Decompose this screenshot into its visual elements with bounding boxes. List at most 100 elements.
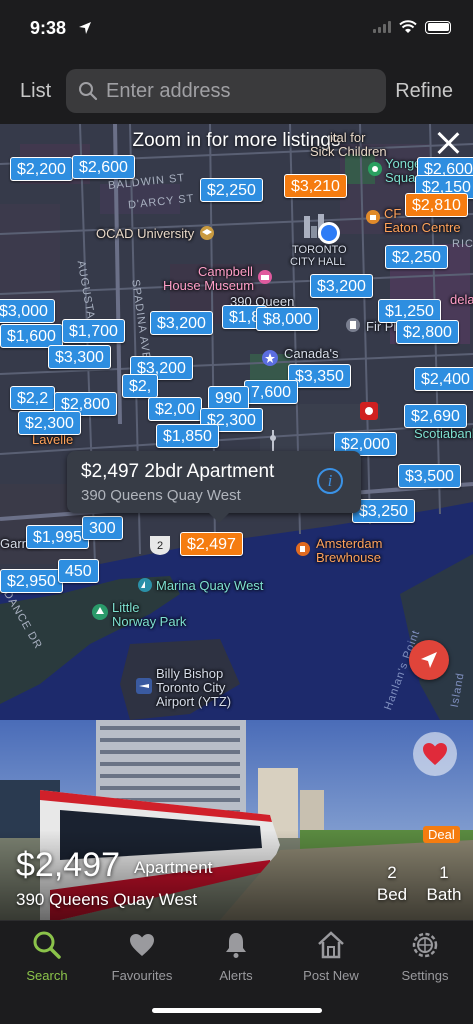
baths-spec: 1 Bath	[422, 862, 466, 906]
listing-address: 390 Queens Quay West	[16, 890, 198, 909]
transit-icon	[368, 162, 382, 176]
school-icon	[200, 226, 214, 240]
price-pin[interactable]: $2,300	[18, 411, 81, 435]
price-pin[interactable]: $1,995	[26, 525, 89, 549]
heart-icon	[130, 934, 154, 956]
gear-icon	[412, 932, 438, 958]
tab-post-new[interactable]: Post New	[286, 929, 376, 983]
park-icon	[92, 604, 108, 620]
tab-label: Search	[26, 968, 68, 983]
place-label: TORONTO	[292, 244, 347, 256]
price-pin[interactable]: $1,700	[62, 319, 125, 343]
price-pin[interactable]: $3,200	[150, 311, 213, 335]
status-time: 9:38	[30, 18, 67, 38]
place-label: Canada's	[284, 346, 339, 361]
place-label: Little	[112, 600, 140, 615]
price-pin[interactable]: $1,850	[156, 424, 219, 448]
price-pin[interactable]: $2,00	[148, 397, 203, 421]
status-bar: 9:38	[0, 0, 473, 60]
callout-address: 390 Queens Quay West	[81, 487, 241, 504]
search-icon	[79, 82, 98, 101]
price-pin[interactable]: $2,	[122, 374, 159, 398]
battery-icon	[425, 20, 451, 34]
tab-label: Post New	[303, 968, 359, 983]
price-pin[interactable]: $8,000	[256, 307, 319, 331]
house-icon	[318, 931, 344, 959]
price-pin[interactable]: $2,200	[10, 157, 73, 181]
beds-label: Bed	[376, 885, 408, 904]
info-icon[interactable]: i	[317, 468, 343, 494]
search-input[interactable]	[106, 79, 366, 103]
listing-type: Apartment	[134, 858, 213, 877]
refine-button[interactable]: Refine	[395, 80, 453, 103]
price-pin[interactable]: 300	[82, 516, 123, 540]
place-label: Campbell	[198, 264, 253, 279]
price-pin[interactable]: $3,500	[398, 464, 461, 488]
price-pin[interactable]: 990	[208, 386, 249, 410]
price-pin[interactable]: $3,200	[310, 274, 373, 298]
listing-card[interactable]: Deal $2,497 Apartment 390 Queens Quay We…	[0, 720, 473, 920]
price-pin[interactable]: $2,2	[10, 386, 56, 410]
price-pin[interactable]: $2,400	[414, 367, 473, 391]
place-label: Amsterdam	[316, 536, 383, 551]
close-icon[interactable]	[433, 128, 463, 158]
price-pin[interactable]: $2,600	[72, 155, 135, 179]
tab-settings[interactable]: Settings	[380, 929, 470, 983]
price-pin[interactable]: $2,250	[200, 178, 263, 202]
place-label: dela	[450, 292, 473, 307]
signal-icon	[373, 21, 391, 33]
search-box[interactable]	[66, 69, 386, 113]
price-pin[interactable]: $2,497	[180, 532, 243, 556]
callout-title: $2,497 2bdr Apartment	[81, 461, 275, 482]
airport-icon	[136, 678, 152, 694]
heart-icon	[423, 743, 447, 765]
place-label: Norway Park	[112, 614, 187, 629]
listing-callout[interactable]: $2,497 2bdr Apartment 390 Queens Quay We…	[67, 451, 361, 523]
beds-spec: 2 Bed	[372, 862, 412, 906]
baths-count: 1	[439, 863, 449, 882]
search-icon	[33, 931, 61, 959]
place-label: Eaton Centre	[384, 220, 461, 235]
price-pin[interactable]: $2,690	[404, 404, 467, 428]
place-label: Toronto City	[156, 680, 226, 695]
price-pin[interactable]: $3,000	[0, 299, 55, 323]
map-view[interactable]: Zoom in for more listings BALDWIN ST D'A…	[0, 124, 473, 720]
place-label: Yonge	[385, 156, 422, 171]
place-label: Marina Quay West	[156, 578, 264, 593]
brewery-icon	[296, 542, 310, 556]
price-pin[interactable]: $2,950	[0, 569, 63, 593]
tab-alerts[interactable]: Alerts	[191, 929, 281, 983]
route-shield-icon: 2	[150, 536, 170, 555]
price-pin[interactable]: $3,210	[284, 174, 347, 198]
price-pin[interactable]: $2,800	[396, 320, 459, 344]
transit-stop-icon	[360, 402, 378, 420]
tab-label: Settings	[401, 968, 449, 983]
place-label: Brewhouse	[316, 550, 382, 565]
price-pin[interactable]: 450	[58, 559, 99, 583]
listing-price: $2,497	[16, 846, 120, 884]
tab-search[interactable]: Search	[2, 929, 92, 983]
place-label: Squa	[385, 170, 416, 185]
beds-count: 2	[387, 863, 397, 882]
place-label: ital for	[330, 130, 366, 145]
price-pin[interactable]: 7,600	[244, 380, 299, 404]
tab-favourites[interactable]: Favourites	[97, 929, 187, 983]
place-label: Airport (YTZ)	[156, 694, 232, 709]
home-indicator	[152, 1008, 322, 1013]
place-label: Billy Bishop	[156, 666, 224, 681]
tab-label: Alerts	[219, 968, 253, 983]
marina-icon	[138, 578, 152, 592]
place-label: CITY HALL	[290, 256, 346, 268]
place-label: Sick Children	[310, 144, 387, 159]
price-pin[interactable]: $2,250	[385, 245, 448, 269]
locate-me-button[interactable]	[409, 640, 449, 680]
list-button[interactable]: List	[20, 80, 51, 103]
price-pin[interactable]: $3,250	[352, 499, 415, 523]
bell-icon	[226, 933, 246, 958]
navigation-arrow-icon	[421, 652, 437, 668]
price-pin[interactable]: $3,300	[48, 345, 111, 369]
favourite-button[interactable]	[413, 732, 457, 776]
place-label: CF	[384, 206, 402, 221]
zoom-message: Zoom in for more listings	[132, 130, 341, 151]
price-pin[interactable]: $2,810	[405, 193, 468, 217]
